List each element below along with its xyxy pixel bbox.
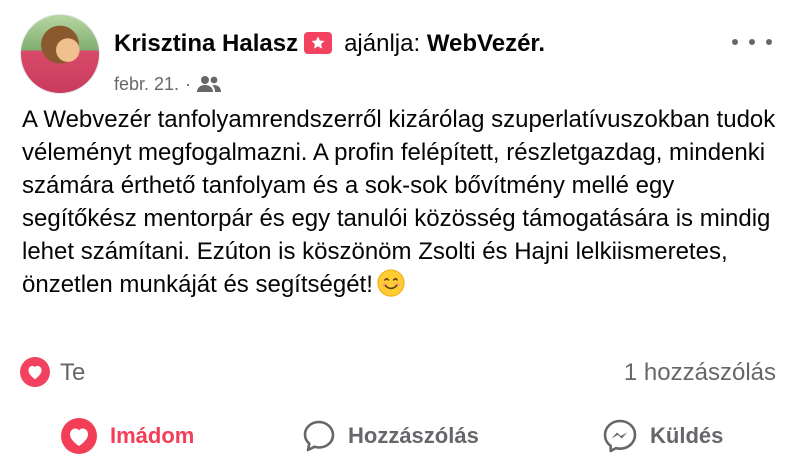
reaction-by-text[interactable]: Te <box>60 359 85 387</box>
send-button[interactable]: Küldés <box>602 418 723 454</box>
meta-separator: · <box>185 74 192 94</box>
heart-icon <box>61 418 97 454</box>
love-button[interactable]: Imádom <box>60 418 194 454</box>
heart-icon[interactable] <box>20 357 50 387</box>
author-line: Krisztina Halasz ajánlja: WebVezér. <box>114 30 545 58</box>
comment-count-link[interactable]: 1 hozzászólás <box>624 359 776 387</box>
recommend-verb: ajánlja: <box>344 30 421 57</box>
more-options-button[interactable] <box>732 30 772 54</box>
comment-bubble-icon <box>303 420 335 452</box>
post-header: Krisztina Halasz ajánlja: WebVezér. febr.… <box>20 14 780 94</box>
post-date[interactable]: febr. 21. <box>114 74 179 94</box>
author-name[interactable]: Krisztina Halasz <box>114 30 298 57</box>
post-meta: febr. 21. · <box>114 74 222 95</box>
comment-button[interactable]: Hozzászólás <box>302 418 479 454</box>
more-dot-icon <box>749 39 755 45</box>
reaction-stats: Te 1 hozzászólás <box>20 355 776 389</box>
author-avatar[interactable] <box>20 14 100 94</box>
recommend-star-icon <box>304 32 333 54</box>
friends-icon[interactable] <box>197 75 222 93</box>
more-dot-icon <box>766 39 772 45</box>
smiling-face-emoji-icon <box>377 269 405 297</box>
post-body: A Webvezér tanfolyamrendszerről kizáróla… <box>22 103 782 301</box>
more-dot-icon <box>732 39 738 45</box>
page-name-link[interactable]: WebVezér. <box>427 30 545 57</box>
send-label: Küldés <box>650 423 724 448</box>
messenger-icon <box>603 419 637 453</box>
love-label: Imádom <box>110 423 195 448</box>
action-bar: Imádom Hozzászólás Küldés <box>0 410 800 460</box>
comment-label: Hozzászólás <box>348 423 479 448</box>
